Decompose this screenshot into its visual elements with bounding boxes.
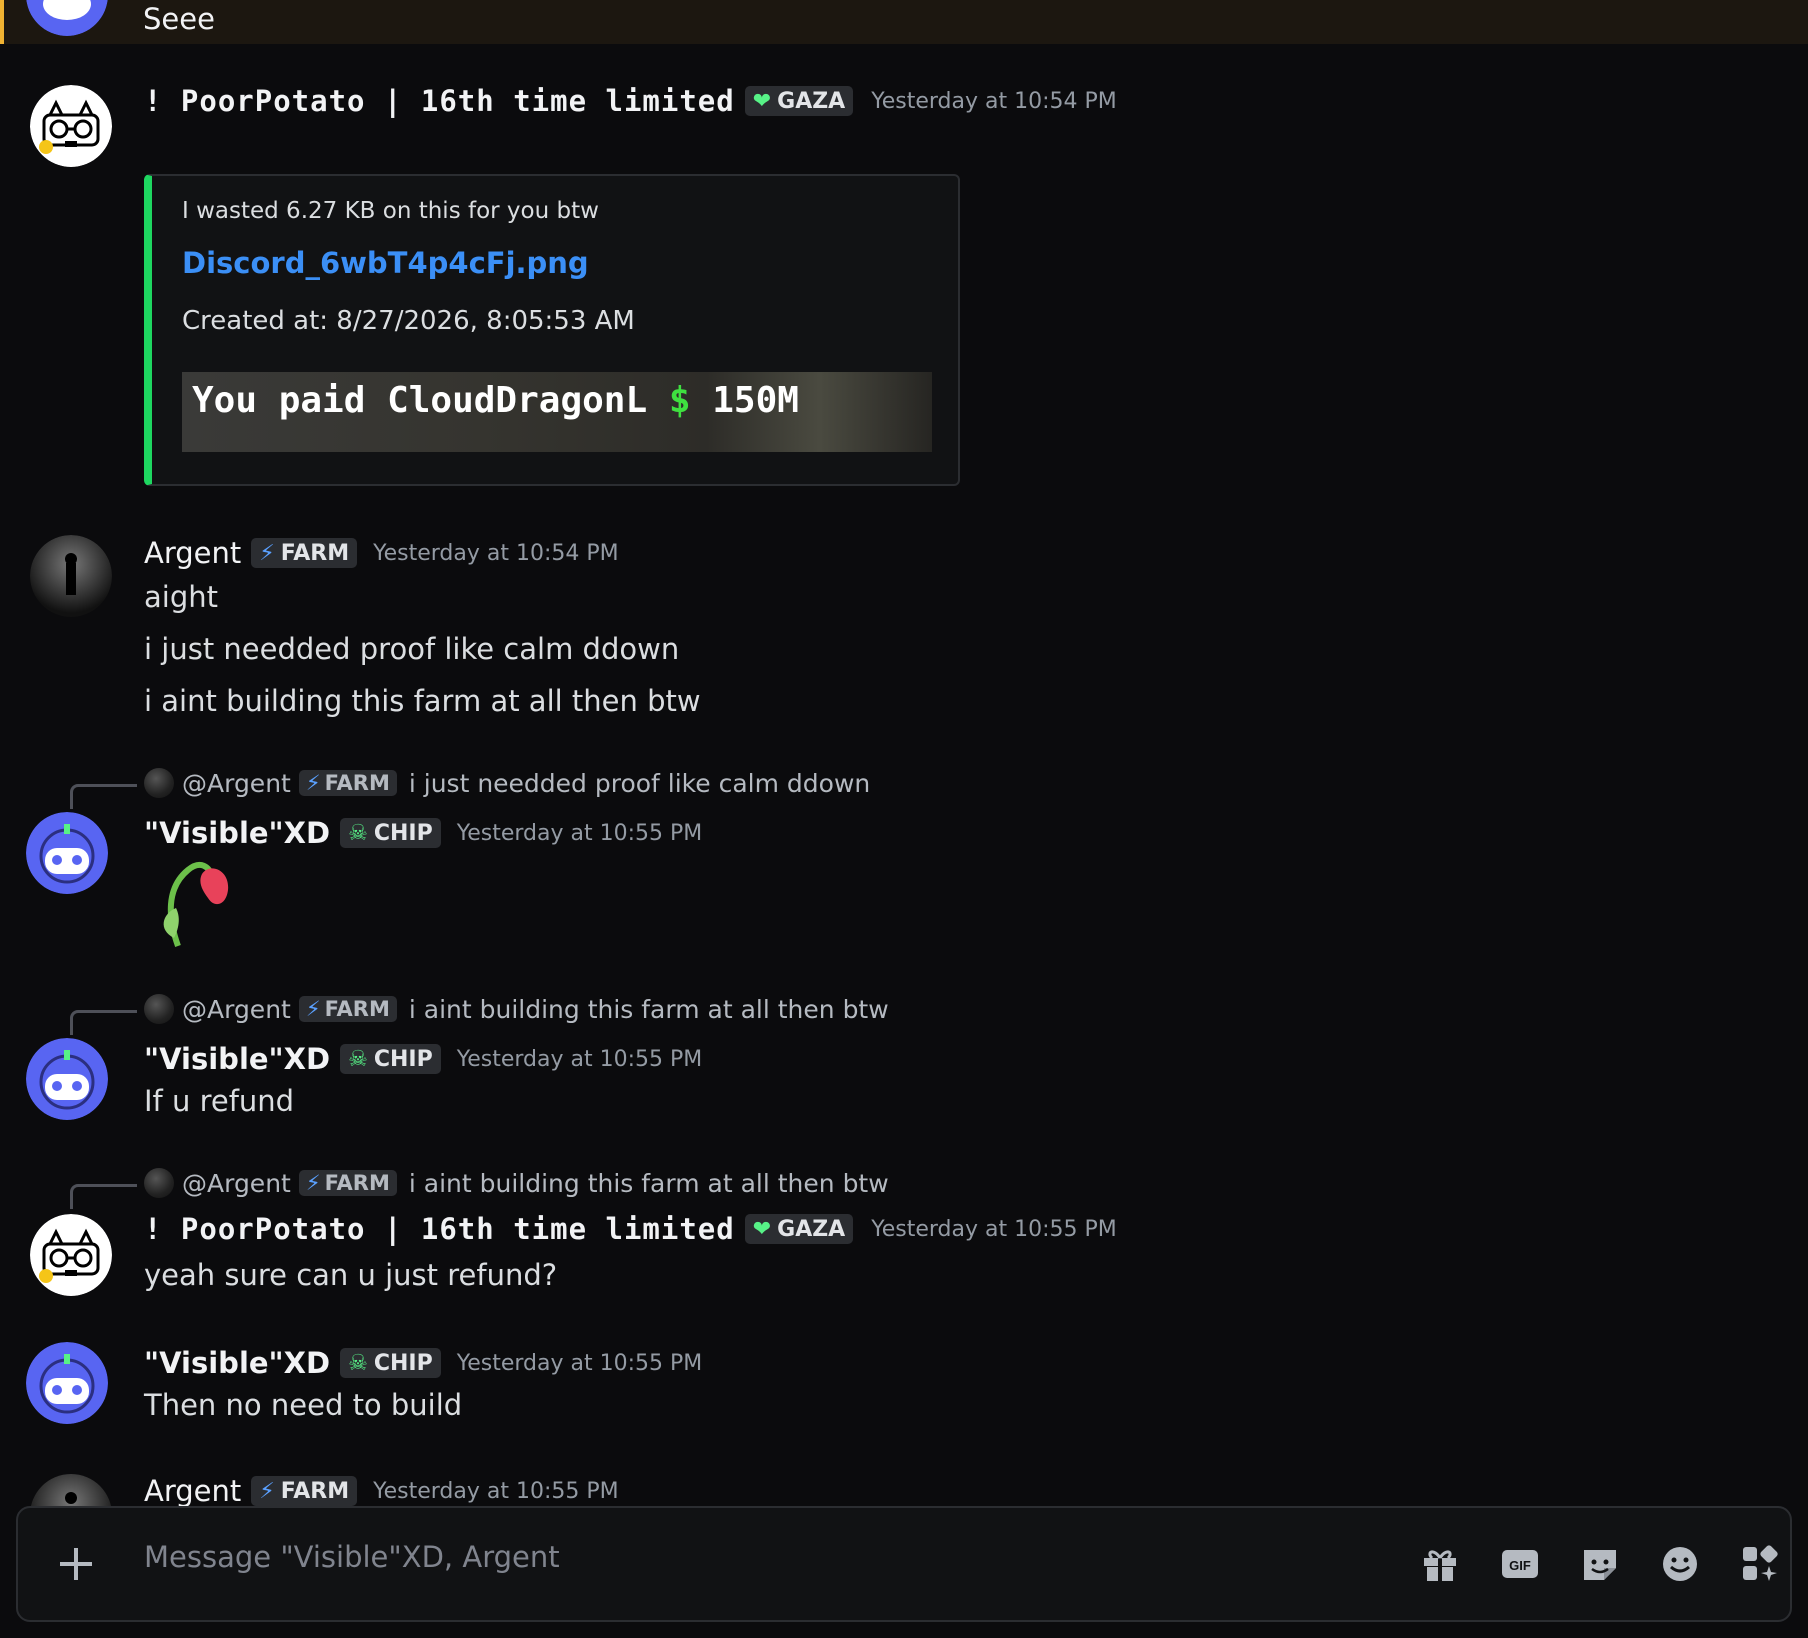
heart-icon: ❤ (752, 88, 772, 114)
timestamp: Yesterday at 10:55 PM (871, 1216, 1117, 1242)
wilted-flower-icon (158, 848, 238, 948)
message-text: Seee (143, 2, 215, 36)
timestamp: Yesterday at 10:55 PM (456, 820, 703, 846)
guild-tag[interactable]: ☠ CHIP (340, 1348, 441, 1378)
emoji-icon[interactable] (1658, 1542, 1702, 1586)
tag-label: FARM (324, 997, 390, 1021)
guild-tag[interactable]: ⚡ FARM (251, 1476, 358, 1506)
avatar[interactable] (26, 812, 108, 894)
username[interactable]: "Visible"XD (144, 1042, 330, 1076)
plus-icon[interactable] (54, 1542, 98, 1586)
avatar[interactable] (30, 85, 112, 167)
embed-created-at: Created at: 8/27/2026, 8:05:53 AM (182, 306, 635, 336)
tag-label: FARM (280, 1478, 350, 1504)
lightning-icon: ⚡ (259, 1478, 275, 1504)
reply-text: i aint building this farm at all then bt… (408, 1168, 889, 1198)
apps-icon[interactable] (1738, 1542, 1782, 1586)
message-text: yeah sure can u just refund? (144, 1258, 558, 1292)
timestamp: Yesterday at 10:55 PM (373, 1478, 619, 1504)
tag-label: FARM (324, 1171, 390, 1195)
username[interactable]: "Visible"XD (144, 816, 330, 850)
message-input[interactable]: Message "Visible"XD, Argent (144, 1540, 560, 1574)
avatar[interactable] (26, 1038, 108, 1120)
reply-text: i aint building this farm at all then bt… (408, 994, 889, 1024)
avatar[interactable] (30, 535, 112, 617)
avatar[interactable] (30, 1214, 112, 1296)
embed-description: I wasted 6.27 KB on this for you btw (182, 198, 599, 224)
tag-label: GAZA (777, 1216, 846, 1242)
username[interactable]: ! PoorPotato | 16th time limited (144, 84, 735, 118)
caption-symbol: $ (668, 380, 691, 421)
guild-tag[interactable]: ❤ GAZA (744, 1214, 854, 1244)
sticker-icon[interactable] (1578, 1542, 1622, 1586)
lightning-icon: ⚡ (305, 771, 321, 795)
guild-tag[interactable]: ⚡ FARM (251, 538, 358, 568)
reply-author: @Argent (182, 1168, 291, 1198)
avatar[interactable] (26, 0, 108, 36)
message-text: aight (144, 580, 218, 614)
reply-preview[interactable]: @Argent ⚡ FARM i aint building this farm … (144, 1168, 889, 1198)
message-text: Then no need to build (144, 1388, 463, 1422)
reply-preview[interactable]: @Argent ⚡ FARM i aint building this farm … (144, 994, 889, 1024)
username[interactable]: ! PoorPotato | 16th time limited (144, 1212, 735, 1246)
guild-tag: ⚡ FARM (298, 1170, 397, 1196)
guild-tag[interactable]: ☠ CHIP (340, 1044, 441, 1074)
heart-icon: ❤ (752, 1216, 772, 1242)
gift-icon[interactable] (1418, 1542, 1462, 1586)
gif-label: GIF (1509, 1558, 1531, 1573)
tag-label: CHIP (373, 1350, 433, 1376)
message-text: If u refund (144, 1084, 295, 1118)
tag-label: GAZA (777, 88, 846, 114)
guild-tag[interactable]: ☠ CHIP (340, 818, 441, 848)
tag-label: FARM (324, 771, 390, 795)
tag-label: CHIP (373, 820, 433, 846)
highlighted-message[interactable]: Seee (0, 0, 1808, 44)
reply-preview[interactable]: @Argent ⚡ FARM i just needded proof like … (144, 768, 870, 798)
avatar (144, 1168, 174, 1198)
caption-amount: 150M (712, 380, 799, 421)
timestamp: Yesterday at 10:54 PM (373, 540, 619, 566)
tag-label: CHIP (373, 1046, 433, 1072)
avatar (144, 768, 174, 798)
reply-author: @Argent (182, 994, 291, 1024)
message-text: i aint building this farm at all then bt… (144, 684, 701, 718)
skull-icon: ☠ (348, 820, 368, 846)
timestamp: Yesterday at 10:55 PM (456, 1046, 703, 1072)
tag-label: FARM (280, 540, 350, 566)
avatar[interactable] (26, 1342, 108, 1424)
message-composer: Message "Visible"XD, Argent GIF (16, 1506, 1792, 1622)
guild-tag: ⚡ FARM (298, 996, 397, 1022)
skull-icon: ☠ (348, 1046, 368, 1072)
lightning-icon: ⚡ (259, 540, 275, 566)
username[interactable]: Argent (144, 1474, 241, 1508)
timestamp: Yesterday at 10:55 PM (456, 1350, 703, 1376)
reply-text: i just needded proof like calm ddown (408, 768, 871, 798)
reply-author: @Argent (182, 768, 291, 798)
lightning-icon: ⚡ (305, 1171, 321, 1195)
avatar (144, 994, 174, 1024)
guild-tag[interactable]: ❤ GAZA (744, 86, 854, 116)
lightning-icon: ⚡ (305, 997, 321, 1021)
username[interactable]: "Visible"XD (144, 1346, 330, 1380)
skull-icon: ☠ (348, 1350, 368, 1376)
image-caption: You paid CloudDragonL $ 150M (192, 380, 799, 421)
message-text: i just needded proof like calm ddown (144, 632, 680, 666)
gif-icon[interactable]: GIF (1498, 1542, 1542, 1586)
timestamp: Yesterday at 10:54 PM (871, 88, 1117, 114)
caption-prefix: You paid CloudDragonL (192, 380, 648, 421)
guild-tag: ⚡ FARM (298, 770, 397, 796)
embed-image[interactable]: You paid CloudDragonL $ 150M (182, 372, 932, 452)
username[interactable]: Argent (144, 536, 241, 570)
embed-card: I wasted 6.27 KB on this for you btw Dis… (144, 174, 960, 486)
avatar[interactable] (30, 1474, 112, 1506)
embed-file-link[interactable]: Discord_6wbT4p4cFj.png (182, 246, 589, 280)
